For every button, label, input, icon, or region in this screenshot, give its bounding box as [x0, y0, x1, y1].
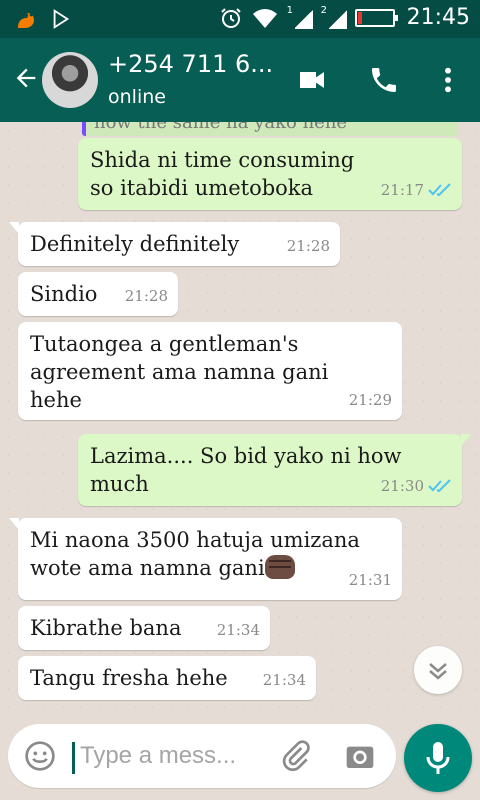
contact-name[interactable]: +254 711 6... — [108, 50, 273, 78]
battery-icon — [354, 8, 398, 27]
message-text: Tutaongea a gentleman's agreement ama na… — [30, 332, 329, 412]
back-arrow-icon[interactable] — [12, 64, 40, 92]
sim1-label: 1 — [286, 4, 293, 16]
message-time: 21:28 — [286, 237, 330, 255]
message-list[interactable]: how the same na yako hehe Shida ni time … — [0, 122, 480, 720]
message-bubble-incoming[interactable]: Mi naona 3500 hatuja umizana wote ama na… — [9, 518, 402, 600]
chevron-down-icon — [429, 663, 447, 680]
message-time: 21:29 — [348, 391, 392, 409]
scroll-to-bottom-button[interactable] — [414, 646, 462, 694]
chat-header: +254 711 6... online — [0, 38, 480, 122]
message-text: Sindio — [30, 282, 98, 306]
message-bubble-incoming[interactable]: Kibrathe bana 21:34 — [18, 606, 270, 650]
compose-bar — [0, 720, 480, 800]
message-bubble-incoming[interactable]: Tutaongea a gentleman's agreement ama na… — [18, 322, 402, 420]
sim2-label: 2 — [320, 4, 327, 16]
read-ticks-icon — [428, 479, 451, 493]
message-bubble-incoming[interactable]: Sindio 21:28 — [18, 272, 178, 316]
squirrel-app-icon — [18, 13, 34, 28]
read-ticks-icon — [428, 183, 451, 197]
avatar[interactable] — [42, 52, 98, 108]
message-time: 21:34 — [262, 671, 306, 689]
message-bubble-incoming[interactable]: Tangu fresha hehe 21:34 — [18, 656, 316, 700]
quoted-message-snippet: how the same na yako hehe — [82, 122, 458, 136]
message-bubble-outgoing[interactable]: Lazima.... So bid yako ni how much 21:30 — [78, 434, 471, 506]
message-text: Shida ni time consuming so itabidi umeto… — [90, 148, 355, 200]
message-input-container[interactable] — [8, 724, 396, 788]
play-store-icon — [53, 9, 70, 29]
video-call-icon[interactable] — [296, 64, 328, 96]
message-text: Definitely definitely — [30, 232, 240, 256]
wifi-icon — [252, 8, 277, 28]
message-time: 21:28 — [124, 287, 168, 305]
message-bubble-incoming[interactable]: Definitely definitely 21:28 — [9, 222, 340, 266]
text-cursor — [72, 742, 75, 774]
fist-icon — [264, 555, 295, 579]
signal-icon-sim1: 1 — [286, 4, 313, 29]
more-vertical-icon[interactable] — [432, 64, 464, 96]
status-bar: 1 2 21:45 — [0, 0, 480, 38]
message-bubble-outgoing[interactable]: Shida ni time consuming so itabidi umeto… — [78, 138, 462, 210]
message-text: Mi naona 3500 hatuja umizana wote ama na… — [30, 528, 360, 580]
signal-icon-sim2: 2 — [320, 4, 347, 29]
paperclip-icon[interactable] — [280, 740, 312, 772]
message-time: 21:30 — [380, 477, 424, 495]
message-time: 21:34 — [216, 621, 260, 639]
clock: 21:45 — [406, 5, 470, 30]
message-time: 21:31 — [348, 571, 392, 589]
message-text: Tangu fresha hehe — [30, 666, 228, 690]
contact-status: online — [108, 86, 166, 108]
alarm-icon — [220, 7, 241, 28]
message-text: Kibrathe bana — [30, 616, 182, 640]
message-text: Lazima.... So bid yako ni how much — [90, 444, 402, 496]
microphone-icon — [426, 742, 450, 774]
message-time: 21:17 — [380, 181, 424, 199]
phone-icon[interactable] — [368, 64, 400, 96]
emoji-icon[interactable] — [24, 740, 56, 772]
message-input[interactable] — [80, 738, 270, 774]
camera-icon[interactable] — [344, 740, 376, 772]
voice-record-button[interactable] — [404, 724, 472, 792]
